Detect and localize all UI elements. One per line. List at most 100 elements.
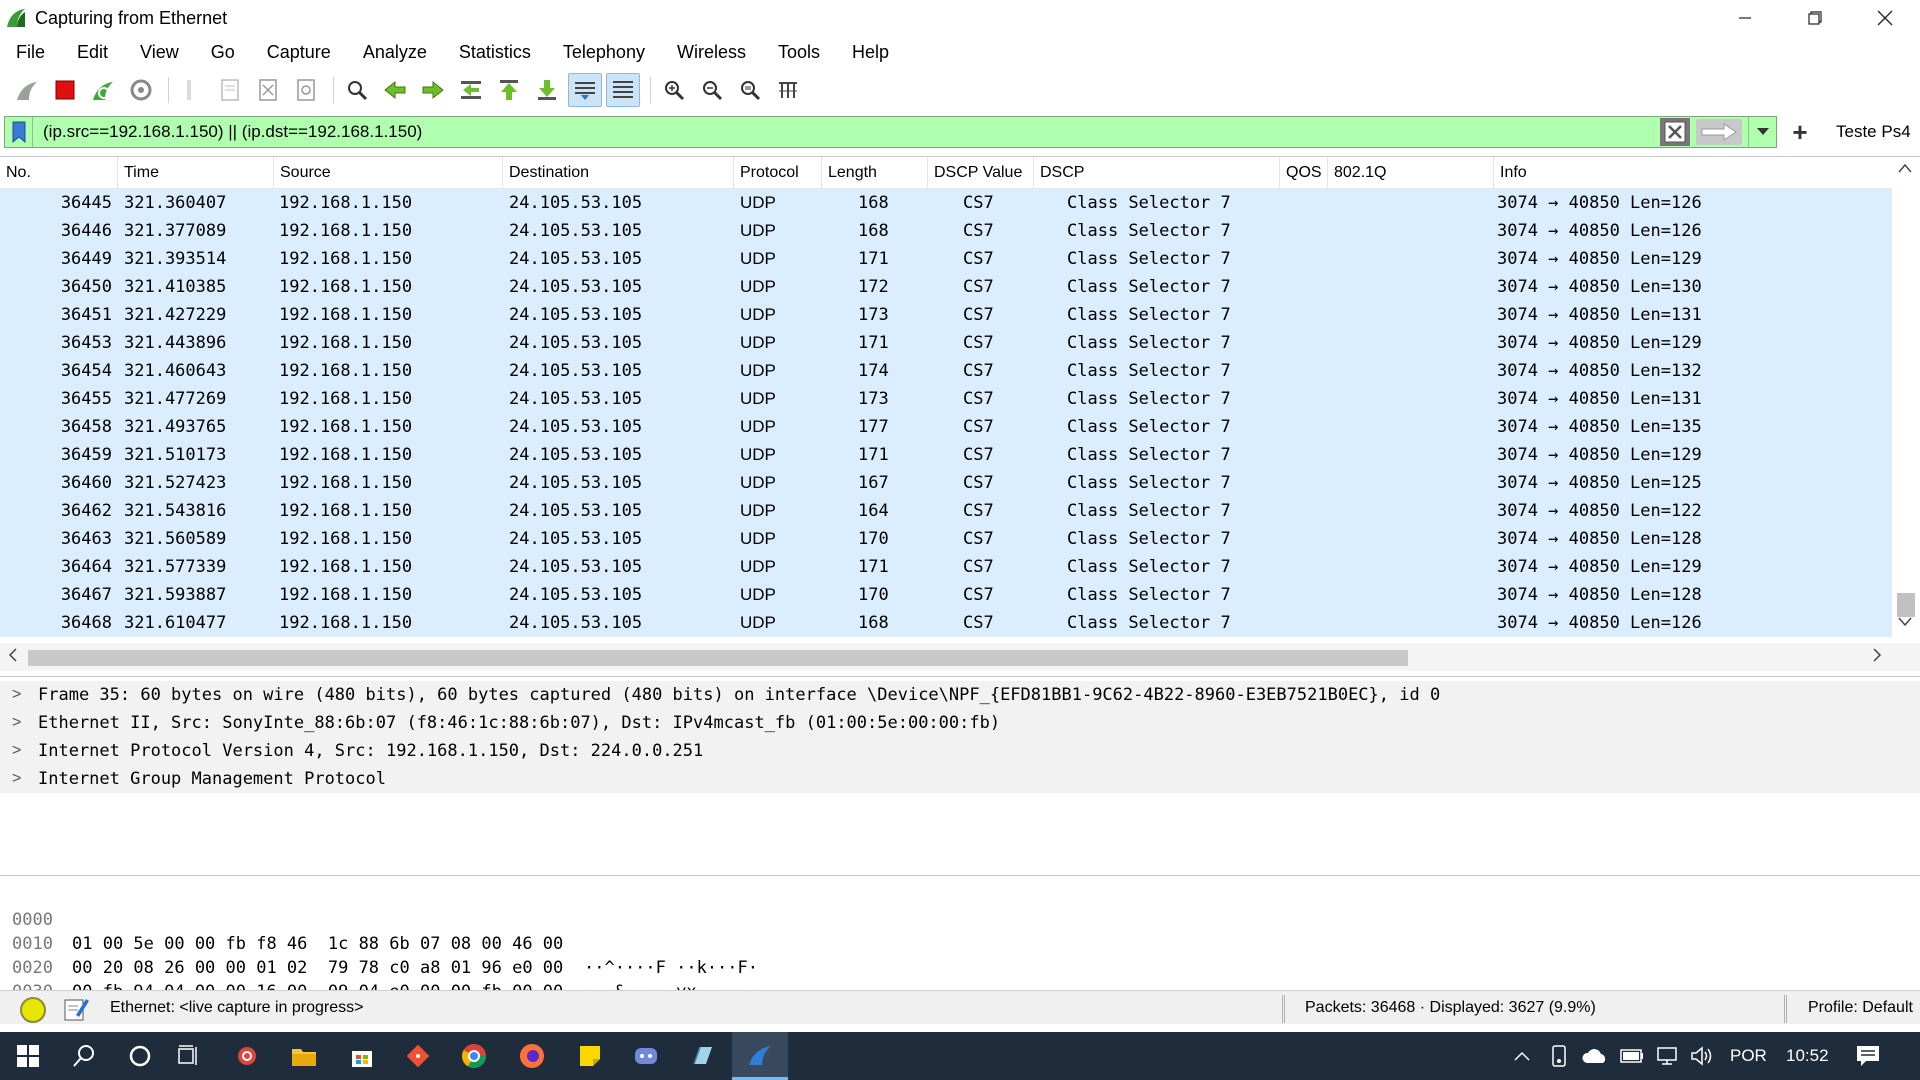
- start-button[interactable]: [0, 1032, 56, 1080]
- save-file-button[interactable]: [213, 73, 247, 107]
- capture-comment-icon[interactable]: [62, 995, 90, 1023]
- col-header-info[interactable]: Info: [1494, 157, 1892, 189]
- byte-row[interactable]: 0030 00 00 00 00 00 00 00 00 00 00 00 00…: [0, 956, 717, 1050]
- packet-row[interactable]: 36459 321.510173 192.168.1.150 24.105.53.10…: [0, 441, 1892, 469]
- filter-history-dropdown[interactable]: [1748, 117, 1776, 147]
- menu-file[interactable]: File: [0, 36, 61, 68]
- chevron-right-icon[interactable]: >: [12, 709, 21, 737]
- go-to-packet-button[interactable]: [454, 73, 488, 107]
- col-header-time[interactable]: Time: [118, 157, 274, 189]
- go-first-button[interactable]: [492, 73, 526, 107]
- status-separator[interactable]: [1282, 995, 1285, 1023]
- taskbar-app-firefox[interactable]: [504, 1032, 560, 1080]
- detail-ipv4[interactable]: > Internet Protocol Version 4, Src: 192.…: [0, 737, 1920, 765]
- col-header-dscp[interactable]: DSCP: [1034, 157, 1280, 189]
- col-header-dscp-value[interactable]: DSCP Value: [928, 157, 1034, 189]
- col-header-802-1q[interactable]: 802.1Q: [1328, 157, 1494, 189]
- filter-apply-button[interactable]: [1696, 119, 1742, 145]
- byte-row[interactable]: 0010 00 20 08 26 00 00 01 02 79 78 c0 a8…: [0, 908, 758, 1002]
- menu-tools[interactable]: Tools: [762, 36, 836, 68]
- packet-row[interactable]: 36451 321.427229 192.168.1.150 24.105.53.10…: [0, 301, 1892, 329]
- scroll-up-icon[interactable]: [1898, 163, 1912, 173]
- tray-device-icon[interactable]: [1550, 1045, 1568, 1067]
- chevron-right-icon[interactable]: >: [12, 737, 21, 765]
- col-header-source[interactable]: Source: [274, 157, 503, 189]
- taskbar-app-discord[interactable]: [618, 1032, 674, 1080]
- find-packet-button[interactable]: [340, 73, 374, 107]
- col-header-no[interactable]: No.: [0, 157, 118, 189]
- chevron-right-icon[interactable]: >: [12, 681, 21, 709]
- resize-columns-button[interactable]: [771, 73, 805, 107]
- add-filter-button[interactable]: +: [1788, 118, 1812, 146]
- expert-info-icon[interactable]: [20, 997, 46, 1023]
- colorize-button[interactable]: [606, 73, 640, 107]
- taskbar-app-store[interactable]: [334, 1032, 390, 1080]
- minimize-button[interactable]: [1710, 0, 1780, 36]
- menu-telephony[interactable]: Telephony: [547, 36, 661, 68]
- packet-row[interactable]: 36454 321.460643 192.168.1.150 24.105.53.10…: [0, 357, 1892, 385]
- menu-go[interactable]: Go: [195, 36, 251, 68]
- input-language[interactable]: POR: [1730, 1032, 1767, 1080]
- packet-list-hscrollbar[interactable]: [0, 643, 1920, 671]
- byte-row[interactable]: 0020 00 fb 94 04 00 00 16 00 09 04 e0 00…: [0, 932, 758, 1026]
- onedrive-icon[interactable]: [1582, 1048, 1608, 1064]
- clock[interactable]: 10:52: [1786, 1032, 1829, 1080]
- packet-row[interactable]: 36462 321.543816 192.168.1.150 24.105.53.10…: [0, 497, 1892, 525]
- packet-row[interactable]: 36455 321.477269 192.168.1.150 24.105.53.10…: [0, 385, 1892, 413]
- menu-wireless[interactable]: Wireless: [661, 36, 762, 68]
- packet-row[interactable]: 36445 321.360407 192.168.1.150 24.105.53.10…: [0, 189, 1892, 217]
- taskbar-app-sticky-notes[interactable]: [562, 1032, 618, 1080]
- col-header-destination[interactable]: Destination: [503, 157, 734, 189]
- normal-size-button[interactable]: [733, 73, 767, 107]
- chevron-right-icon[interactable]: >: [12, 765, 21, 793]
- taskbar-app-explorer[interactable]: [276, 1032, 332, 1080]
- restart-capture-button[interactable]: [86, 73, 120, 107]
- zoom-out-button[interactable]: [695, 73, 729, 107]
- open-file-button[interactable]: [175, 73, 209, 107]
- menu-statistics[interactable]: Statistics: [443, 36, 547, 68]
- detail-igmp[interactable]: > Internet Group Management Protocol: [0, 765, 1920, 793]
- taskbar-app-wireshark[interactable]: [732, 1032, 788, 1080]
- close-button[interactable]: [1850, 0, 1920, 36]
- packet-row[interactable]: 36467 321.593887 192.168.1.150 24.105.53.10…: [0, 581, 1892, 609]
- packet-row[interactable]: 36464 321.577339 192.168.1.150 24.105.53.10…: [0, 553, 1892, 581]
- tray-overflow-icon[interactable]: [1514, 1050, 1530, 1062]
- go-forward-button[interactable]: [416, 73, 450, 107]
- network-icon[interactable]: [1656, 1046, 1680, 1066]
- packet-row[interactable]: 36460 321.527423 192.168.1.150 24.105.53.10…: [0, 469, 1892, 497]
- close-file-button[interactable]: [251, 73, 285, 107]
- scroll-down-icon[interactable]: [1898, 617, 1912, 627]
- go-back-button[interactable]: [378, 73, 412, 107]
- menu-edit[interactable]: Edit: [61, 36, 124, 68]
- detail-frame[interactable]: > Frame 35: 60 bytes on wire (480 bits),…: [0, 681, 1920, 709]
- menu-capture[interactable]: Capture: [251, 36, 347, 68]
- battery-icon[interactable]: [1620, 1049, 1644, 1063]
- menu-analyze[interactable]: Analyze: [347, 36, 443, 68]
- go-last-button[interactable]: [530, 73, 564, 107]
- packet-row[interactable]: 36458 321.493765 192.168.1.150 24.105.53.10…: [0, 413, 1892, 441]
- packet-list-vscrollbar[interactable]: [1892, 157, 1920, 633]
- taskbar-app-notepad[interactable]: [674, 1032, 730, 1080]
- packet-row[interactable]: 36463 321.560589 192.168.1.150 24.105.53.10…: [0, 525, 1892, 553]
- menu-view[interactable]: View: [124, 36, 195, 68]
- detail-ethernet[interactable]: > Ethernet II, Src: SonyInte_88:6b:07 (f…: [0, 709, 1920, 737]
- taskbar-app-git[interactable]: [390, 1032, 446, 1080]
- vscroll-thumb[interactable]: [1897, 593, 1915, 617]
- scroll-left-icon[interactable]: [8, 647, 18, 663]
- packet-row[interactable]: 36449 321.393514 192.168.1.150 24.105.53.10…: [0, 245, 1892, 273]
- filter-bookmark-button[interactable]: [5, 117, 33, 147]
- stop-capture-button[interactable]: [48, 73, 82, 107]
- restore-button[interactable]: [1780, 0, 1850, 36]
- action-center-icon[interactable]: [1856, 1045, 1880, 1067]
- status-separator[interactable]: [1784, 995, 1787, 1023]
- col-header-protocol[interactable]: Protocol: [734, 157, 822, 189]
- capture-options-button[interactable]: [124, 73, 158, 107]
- taskbar-app-chrome[interactable]: [446, 1032, 502, 1080]
- menu-help[interactable]: Help: [836, 36, 905, 68]
- volume-icon[interactable]: [1690, 1046, 1714, 1066]
- reload-file-button[interactable]: [289, 73, 323, 107]
- filter-clear-button[interactable]: [1660, 118, 1690, 146]
- start-capture-button[interactable]: [10, 73, 44, 107]
- scroll-right-icon[interactable]: [1872, 647, 1882, 663]
- filter-button-teste-ps4[interactable]: Teste Ps4: [1836, 122, 1911, 142]
